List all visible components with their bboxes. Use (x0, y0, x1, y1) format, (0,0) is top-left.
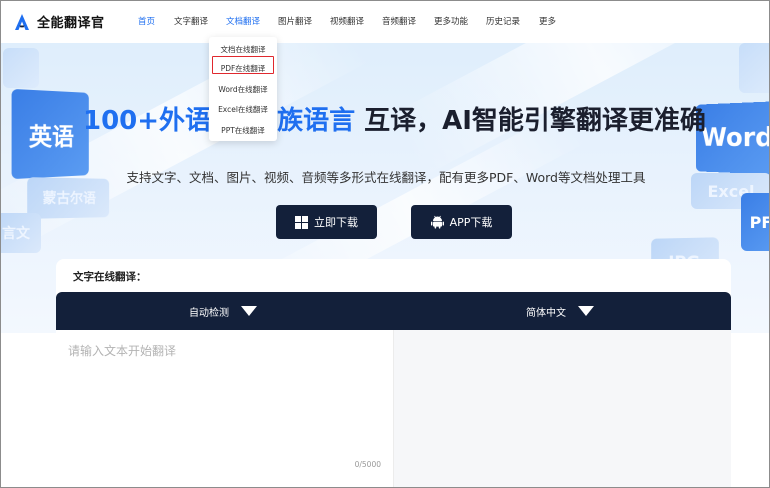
nav-more[interactable]: 更多 (539, 15, 569, 27)
target-language-select[interactable]: 简体中文 (526, 292, 594, 330)
main-nav: 首页 文字翻译 文档翻译 图片翻译 视频翻译 音频翻译 更多功能 历史记录 更多 (138, 15, 569, 27)
tile-blank-right (739, 43, 769, 93)
brand-name: 全能翻译官 (37, 16, 105, 31)
android-icon (430, 215, 444, 229)
source-language-select[interactable]: 自动检测 (189, 292, 257, 330)
hero-title: 100+外语 族语言 互译，AI智能引擎翻译更准确 (83, 106, 706, 136)
caret-down-icon (578, 306, 594, 316)
logo-icon (15, 13, 29, 30)
top-header: 全能翻译官 首页 文字翻译 文档翻译 图片翻译 视频翻译 音频翻译 更多功能 历… (1, 1, 769, 43)
source-text-input[interactable]: 请输入文本开始翻译 0/5000 (56, 330, 394, 487)
nav-history[interactable]: 历史记录 (486, 15, 539, 27)
translation-output (394, 330, 731, 487)
nav-audio-translate[interactable]: 音频翻译 (382, 15, 434, 27)
tile-english: 英语 (11, 88, 89, 180)
nav-home[interactable]: 首页 (138, 15, 174, 27)
translator-panel: 文字在线翻译： 自动检测 简体中文 请输入文本开始翻译 0/5000 (56, 259, 731, 487)
tile-wenyan: 言文 (1, 213, 41, 253)
page-frame: 英语 蒙古尔语 言文 Word Excel PF JPG 100+外语族语言 互… (0, 0, 770, 488)
brand-logo[interactable]: 全能翻译官 (15, 12, 105, 31)
input-placeholder: 请输入文本开始翻译 (68, 344, 177, 358)
language-bar: 自动检测 简体中文 (56, 292, 731, 330)
char-counter: 0/5000 (354, 460, 381, 469)
download-button[interactable]: 立即下载 (276, 205, 377, 239)
tile-pf: PF (741, 193, 769, 251)
nav-text-translate[interactable]: 文字翻译 (174, 15, 226, 27)
nav-image-translate[interactable]: 图片翻译 (278, 15, 330, 27)
doc-translate-dropdown: 文档在线翻译 PDF在线翻译 Word在线翻译 Excel在线翻译 PPT在线翻… (209, 37, 277, 141)
dropdown-item-doc-online[interactable]: 文档在线翻译 (209, 44, 277, 55)
nav-more-features[interactable]: 更多功能 (434, 15, 486, 27)
tile-word: Word (695, 101, 769, 175)
tile-blank-left (3, 48, 39, 88)
caret-down-icon (241, 306, 257, 316)
highlight-box (212, 56, 274, 74)
nav-video-translate[interactable]: 视频翻译 (330, 15, 382, 27)
hero-subtitle: 支持文字、文档、图片、视频、音频等多形式在线翻译，配有更多PDF、Word等文档… (126, 170, 646, 185)
dropdown-item-ppt-online[interactable]: PPT在线翻译 (209, 125, 277, 136)
dropdown-item-word-online[interactable]: Word在线翻译 (209, 84, 277, 95)
nav-doc-translate[interactable]: 文档翻译 (226, 15, 278, 27)
translator-title: 文字在线翻译： (73, 271, 147, 283)
dropdown-item-excel-online[interactable]: Excel在线翻译 (209, 104, 277, 115)
app-download-button[interactable]: APP下载 (411, 205, 512, 239)
windows-icon (295, 215, 308, 229)
